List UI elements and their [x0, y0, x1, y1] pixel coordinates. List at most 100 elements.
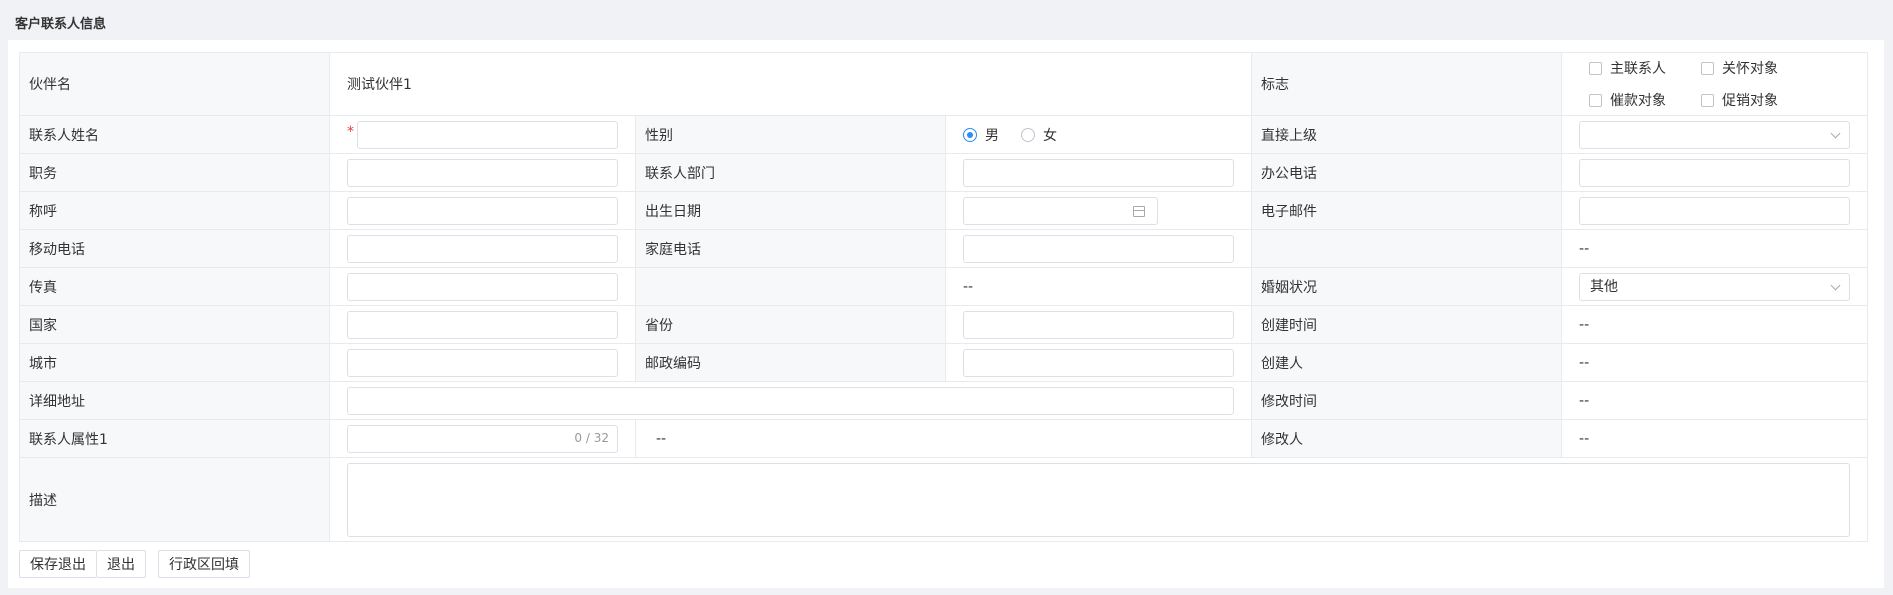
gender-female-radio[interactable]: 女	[1021, 125, 1057, 145]
label-modified-time: 修改时间	[1251, 381, 1563, 420]
radio-label: 男	[985, 127, 999, 144]
action-buttons: 保存退出 退出 行政区回填	[19, 550, 250, 578]
flag-care-target[interactable]: 关怀对象	[1701, 58, 1813, 78]
office-phone-cell	[1561, 153, 1869, 192]
gender-male-radio[interactable]: 男	[963, 125, 999, 145]
marital-status-value: 其他	[1590, 278, 1619, 295]
label-address: 详细地址	[19, 381, 330, 420]
label-contact-dept: 联系人部门	[635, 153, 946, 192]
contact-dept-cell	[944, 153, 1253, 192]
flag-label: 催款对象	[1610, 93, 1667, 109]
form-row: 伙伴名 测试伙伴1 标志 主联系人 关怀对象 催款对象 促销对象	[19, 52, 1869, 116]
label-gender: 性别	[635, 115, 946, 154]
label-direct-superior: 直接上级	[1251, 115, 1563, 154]
flag-label: 关怀对象	[1722, 61, 1779, 77]
radio-checked-icon[interactable]	[963, 127, 977, 142]
email-cell	[1561, 191, 1869, 230]
gender-radio-group: 男 女	[963, 125, 1234, 145]
contact-form-table: 伙伴名 测试伙伴1 标志 主联系人 关怀对象 催款对象 促销对象 联系人姓名 *	[19, 52, 1869, 542]
checkbox-icon[interactable]	[1589, 61, 1603, 75]
home-phone-cell	[944, 229, 1253, 268]
direct-superior-select[interactable]	[1579, 120, 1851, 149]
label-contact-attr1: 联系人属性1	[19, 419, 330, 458]
contact-name-input[interactable]	[357, 120, 618, 149]
form-row: 传真 -- 婚姻状况 其他	[19, 267, 1869, 306]
description-textarea[interactable]	[347, 462, 1851, 537]
empty-value: --	[944, 267, 1253, 306]
checkbox-icon[interactable]	[1701, 61, 1715, 75]
contact-attr1-cell: 0 / 32	[329, 419, 636, 458]
flag-collection-target[interactable]: 催款对象	[1589, 90, 1701, 110]
office-phone-input[interactable]	[1579, 158, 1851, 187]
exit-button[interactable]: 退出	[97, 550, 146, 578]
address-cell	[328, 381, 1253, 420]
label-created-time: 创建时间	[1251, 305, 1563, 344]
salutation-input[interactable]	[347, 196, 618, 225]
label-position: 职务	[19, 153, 330, 192]
postal-code-input[interactable]	[963, 348, 1235, 377]
label-description: 描述	[19, 457, 330, 542]
country-input[interactable]	[347, 310, 618, 339]
home-phone-input[interactable]	[963, 234, 1235, 263]
label-country: 国家	[19, 305, 330, 344]
gender-cell: 男 女	[944, 115, 1253, 154]
label-contact-name: 联系人姓名	[19, 115, 330, 154]
label-marital-status: 婚姻状况	[1251, 267, 1563, 306]
label-salutation: 称呼	[19, 191, 330, 230]
checkbox-icon[interactable]	[1589, 93, 1603, 107]
salutation-cell	[329, 191, 636, 230]
form-row: 描述	[19, 457, 1869, 542]
form-row: 城市 邮政编码 创建人 --	[19, 343, 1869, 382]
position-input[interactable]	[347, 158, 618, 187]
address-input[interactable]	[347, 386, 1235, 415]
flag-promotion-target[interactable]: 促销对象	[1701, 90, 1813, 110]
contact-dept-input[interactable]	[963, 158, 1235, 187]
modified-time-value: --	[1561, 381, 1869, 420]
form-row: 国家 省份 创建时间 --	[19, 305, 1869, 344]
form-row: 详细地址 修改时间 --	[19, 381, 1869, 420]
label-province: 省份	[635, 305, 946, 344]
empty-value: --	[1561, 229, 1869, 268]
birth-date-cell	[944, 191, 1253, 230]
label-fax: 传真	[19, 267, 330, 306]
city-input[interactable]	[347, 348, 618, 377]
form-row: 称呼 出生日期 电子邮件	[19, 191, 1869, 230]
fax-input[interactable]	[347, 272, 618, 301]
birth-date-picker[interactable]	[963, 196, 1158, 225]
fax-cell	[329, 267, 636, 306]
flag-primary-contact[interactable]: 主联系人	[1589, 58, 1701, 78]
province-cell	[944, 305, 1253, 344]
contact-form-panel: 伙伴名 测试伙伴1 标志 主联系人 关怀对象 催款对象 促销对象 联系人姓名 *	[8, 40, 1884, 588]
label-flags: 标志	[1251, 52, 1563, 116]
marital-status-select[interactable]: 其他	[1579, 272, 1851, 301]
label-birth-date: 出生日期	[635, 191, 946, 230]
region-fill-button[interactable]: 行政区回填	[158, 550, 250, 578]
mobile-input[interactable]	[347, 234, 618, 263]
modifier-value: --	[1561, 419, 1869, 458]
radio-unchecked-icon[interactable]	[1021, 127, 1035, 142]
checkbox-icon[interactable]	[1701, 93, 1715, 107]
partner-name-value: 测试伙伴1	[328, 52, 1253, 116]
position-cell	[329, 153, 636, 192]
form-row: 职务 联系人部门 办公电话	[19, 153, 1869, 192]
calendar-icon[interactable]	[1133, 205, 1145, 217]
form-row: 联系人属性1 0 / 32 -- 修改人 --	[19, 419, 1869, 458]
label-postal-code: 邮政编码	[635, 343, 946, 382]
label-empty	[1251, 229, 1563, 268]
country-cell	[329, 305, 636, 344]
email-input[interactable]	[1579, 196, 1851, 225]
save-exit-button[interactable]: 保存退出	[19, 550, 97, 578]
creator-value: --	[1561, 343, 1869, 382]
flags-group: 主联系人 关怀对象 催款对象 促销对象	[1579, 58, 1850, 110]
label-home-phone: 家庭电话	[635, 229, 946, 268]
province-input[interactable]	[963, 310, 1235, 339]
mobile-cell	[329, 229, 636, 268]
flags-cell: 主联系人 关怀对象 催款对象 促销对象	[1561, 52, 1869, 116]
postal-code-cell	[944, 343, 1253, 382]
label-partner-name: 伙伴名	[19, 52, 330, 116]
created-time-value: --	[1561, 305, 1869, 344]
label-mobile: 移动电话	[19, 229, 330, 268]
section-title: 客户联系人信息	[15, 17, 107, 32]
form-row: 移动电话 家庭电话 --	[19, 229, 1869, 268]
marital-status-cell: 其他	[1561, 267, 1869, 306]
